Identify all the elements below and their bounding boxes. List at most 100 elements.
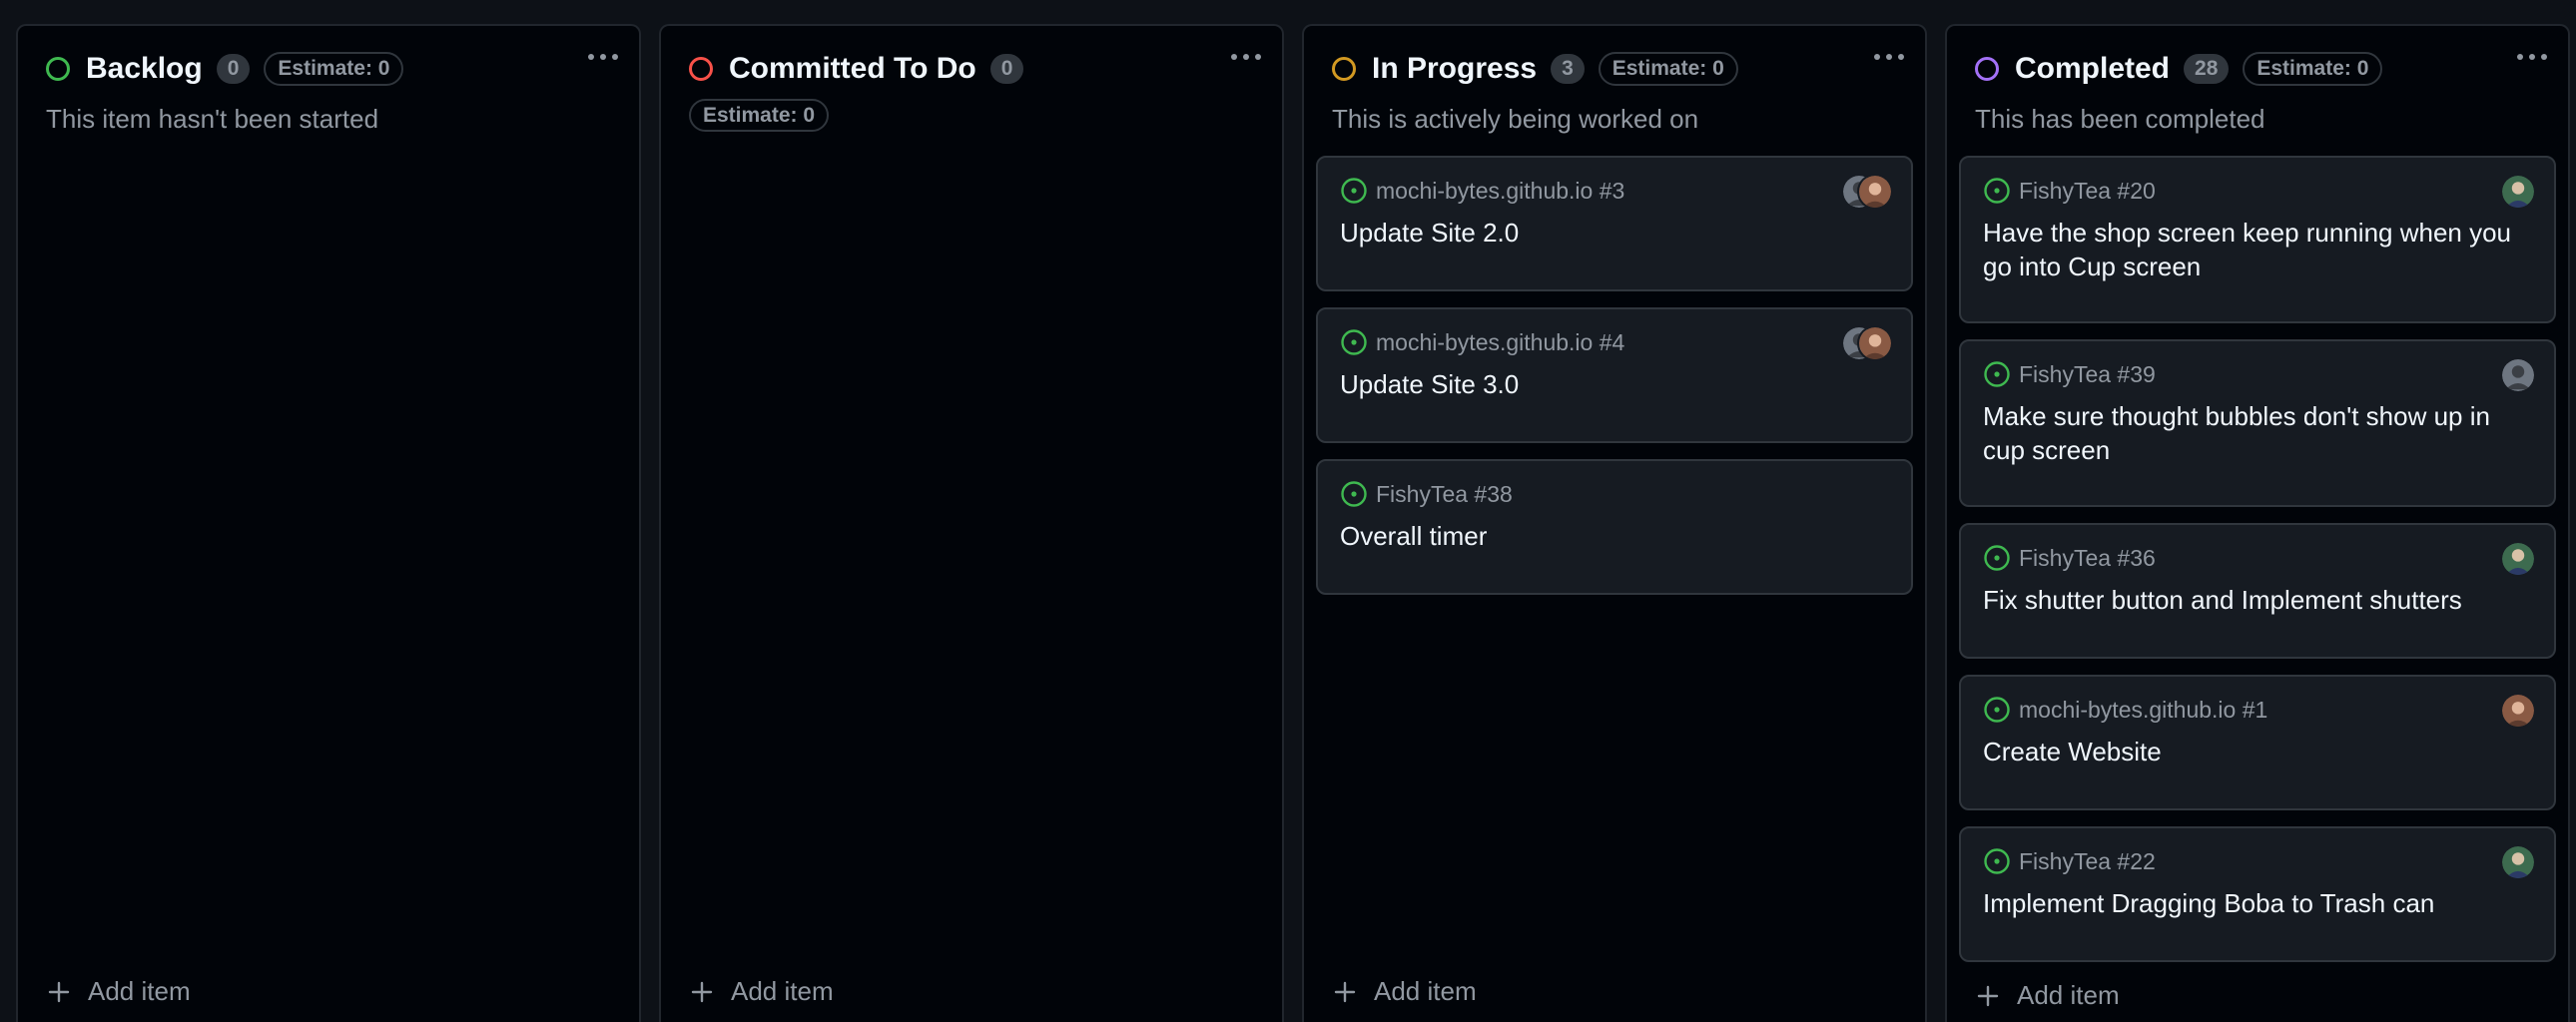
assignee-avatars[interactable]: [2500, 541, 2536, 577]
column-menu-button[interactable]: [2506, 42, 2558, 72]
add-item-label: Add item: [88, 976, 191, 1006]
estimate-badge: Estimate: 0: [689, 99, 830, 132]
card-title[interactable]: Create Website: [1983, 735, 2532, 768]
card-meta: FishyTea #20: [1983, 176, 2532, 206]
issue-reference: FishyTea #36: [2019, 544, 2156, 571]
card-title[interactable]: Fix shutter button and Implement shutter…: [1983, 583, 2532, 617]
kebab-horizontal-icon: [1874, 54, 1904, 60]
column-title: Backlog: [86, 52, 203, 85]
avatar: [2500, 357, 2536, 393]
status-circle-icon: [1332, 57, 1356, 81]
card-meta: FishyTea #39: [1983, 359, 2532, 389]
assignee-avatars[interactable]: [2500, 357, 2536, 393]
estimate-badge: Estimate: 0: [1598, 52, 1738, 86]
card-title[interactable]: Make sure thought bubbles don't show up …: [1983, 399, 2532, 467]
column-title: Committed To Do: [729, 52, 976, 85]
issue-opened-icon: [1984, 697, 2010, 723]
avatar: [1857, 325, 1893, 361]
card-meta: mochi-bytes.github.io #4: [1340, 327, 1889, 357]
issue-card[interactable]: mochi-bytes.github.io #1 Create Website: [1959, 675, 2556, 810]
kebab-horizontal-icon: [588, 54, 618, 60]
avatar: [1857, 174, 1893, 210]
assignee-avatars[interactable]: [2500, 693, 2536, 729]
add-item-button[interactable]: Add item: [1977, 980, 2120, 1011]
kebab-horizontal-icon: [2517, 54, 2547, 60]
column-title: In Progress: [1372, 52, 1538, 85]
project-board: Backlog 0 Estimate: 0 This item hasn't b…: [0, 0, 2576, 1022]
card-meta: mochi-bytes.github.io #1: [1983, 695, 2532, 725]
item-count-badge: 28: [2184, 54, 2230, 84]
column-header: Backlog 0 Estimate: 0: [46, 52, 611, 86]
issue-reference: FishyTea #20: [2019, 177, 2156, 204]
issue-reference: FishyTea #22: [2019, 847, 2156, 874]
estimate-row: Estimate: 0: [689, 99, 830, 132]
column-title: Completed: [2015, 52, 2171, 85]
issue-reference: FishyTea #39: [2019, 360, 2156, 387]
issue-card[interactable]: FishyTea #20 Have the shop screen keep r…: [1959, 156, 2556, 323]
plus-icon: [48, 981, 70, 1002]
kebab-horizontal-icon: [1231, 54, 1261, 60]
card-title[interactable]: Update Site 3.0: [1340, 367, 1889, 401]
issue-card[interactable]: mochi-bytes.github.io #4 Update Site 3.0: [1316, 307, 1913, 443]
column-committed-to-do: Committed To Do 0 Estimate: 0 Add item: [659, 24, 1284, 1022]
issue-reference: mochi-bytes.github.io #4: [1376, 328, 1625, 355]
column-header: Completed 28 Estimate: 0: [1975, 52, 2540, 86]
add-item-label: Add item: [731, 976, 834, 1006]
avatar: [2500, 541, 2536, 577]
item-count-badge: 0: [216, 54, 251, 84]
column-backlog: Backlog 0 Estimate: 0 This item hasn't b…: [16, 24, 641, 1022]
status-circle-icon: [1975, 57, 1999, 81]
issue-card[interactable]: mochi-bytes.github.io #3 Update Site 2.0: [1316, 156, 1913, 291]
issue-card[interactable]: FishyTea #39 Make sure thought bubbles d…: [1959, 339, 2556, 507]
add-item-button[interactable]: Add item: [691, 976, 834, 1007]
issue-opened-icon: [1341, 178, 1367, 204]
column-menu-button[interactable]: [577, 42, 629, 72]
card-list: mochi-bytes.github.io #3 Update Site 2.0…: [1316, 156, 1913, 611]
assignee-avatars[interactable]: [1841, 174, 1893, 210]
card-meta: FishyTea #36: [1983, 543, 2532, 573]
avatar: [2500, 844, 2536, 880]
card-meta: FishyTea #38: [1340, 479, 1889, 509]
card-meta: FishyTea #22: [1983, 846, 2532, 876]
card-title[interactable]: Have the shop screen keep running when y…: [1983, 216, 2532, 283]
issue-reference: mochi-bytes.github.io #3: [1376, 177, 1625, 204]
issue-card[interactable]: FishyTea #22 Implement Dragging Boba to …: [1959, 826, 2556, 962]
issue-opened-icon: [1984, 361, 2010, 387]
assignee-avatars[interactable]: [2500, 174, 2536, 210]
plus-icon: [1977, 985, 1999, 1006]
add-item-button[interactable]: Add item: [1334, 976, 1477, 1007]
issue-opened-icon: [1984, 545, 2010, 571]
column-menu-button[interactable]: [1220, 42, 1272, 72]
plus-icon: [1334, 981, 1356, 1002]
issue-opened-icon: [1341, 481, 1367, 507]
plus-icon: [691, 981, 713, 1002]
column-description: This item hasn't been started: [46, 104, 379, 134]
add-item-button[interactable]: Add item: [48, 976, 191, 1007]
issue-opened-icon: [1984, 848, 2010, 874]
item-count-badge: 3: [1551, 54, 1585, 84]
assignee-avatars[interactable]: [2500, 844, 2536, 880]
issue-card[interactable]: FishyTea #36 Fix shutter button and Impl…: [1959, 523, 2556, 659]
column-header: In Progress 3 Estimate: 0: [1332, 52, 1897, 86]
card-list: FishyTea #20 Have the shop screen keep r…: [1959, 156, 2556, 978]
column-header: Committed To Do 0: [689, 52, 1254, 86]
column-menu-button[interactable]: [1863, 42, 1915, 72]
column-in-progress: In Progress 3 Estimate: 0 This is active…: [1302, 24, 1927, 1022]
column-completed: Completed 28 Estimate: 0 This has been c…: [1945, 24, 2570, 1022]
assignee-avatars[interactable]: [1841, 325, 1893, 361]
issue-card[interactable]: FishyTea #38 Overall timer: [1316, 459, 1913, 595]
card-title[interactable]: Implement Dragging Boba to Trash can: [1983, 886, 2532, 920]
card-title[interactable]: Overall timer: [1340, 519, 1889, 553]
card-meta: mochi-bytes.github.io #3: [1340, 176, 1889, 206]
card-title[interactable]: Update Site 2.0: [1340, 216, 1889, 250]
issue-opened-icon: [1984, 178, 2010, 204]
status-circle-icon: [46, 57, 70, 81]
issue-reference: FishyTea #38: [1376, 480, 1513, 507]
column-description: This is actively being worked on: [1332, 104, 1699, 134]
avatar: [2500, 174, 2536, 210]
status-circle-icon: [689, 57, 713, 81]
estimate-badge: Estimate: 0: [2243, 52, 2383, 86]
item-count-badge: 0: [989, 54, 1024, 84]
avatar: [2500, 693, 2536, 729]
issue-opened-icon: [1341, 329, 1367, 355]
